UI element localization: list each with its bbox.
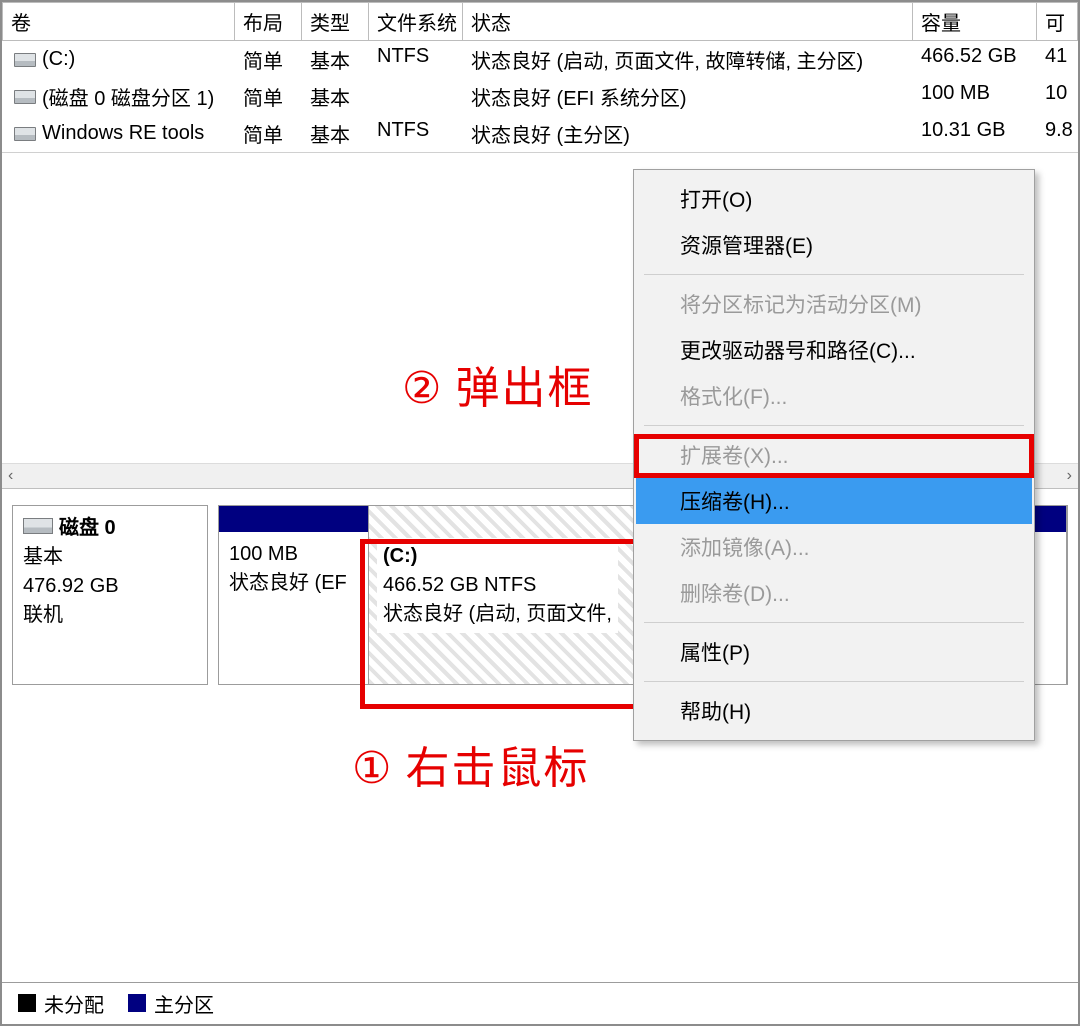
vol-free: 10: [1037, 80, 1078, 113]
vol-layout: 简单: [235, 80, 302, 113]
context-menu: 打开(O) 资源管理器(E) 将分区标记为活动分区(M) 更改驱动器号和路径(C…: [633, 169, 1035, 741]
menu-mark-active: 将分区标记为活动分区(M): [636, 281, 1032, 327]
menu-extend: 扩展卷(X)...: [636, 432, 1032, 478]
vol-fs: [369, 80, 463, 113]
legend: 未分配 主分区: [2, 982, 1078, 1024]
vol-fs: NTFS: [369, 43, 463, 76]
volume-row[interactable]: Windows RE tools 简单 基本 NTFS 状态良好 (主分区) 1…: [2, 115, 1078, 152]
vol-fs: NTFS: [369, 117, 463, 150]
drive-icon: [14, 127, 36, 141]
volume-row[interactable]: (C:) 简单 基本 NTFS 状态良好 (启动, 页面文件, 故障转储, 主分…: [2, 41, 1078, 78]
annotation-number-1: ①: [352, 743, 393, 794]
col-layout[interactable]: 布局: [235, 2, 302, 41]
menu-help[interactable]: 帮助(H): [636, 688, 1032, 734]
disk-state: 联机: [23, 601, 197, 630]
vol-cap: 100 MB: [913, 80, 1037, 113]
volume-table: 卷 布局 类型 文件系统 状态 容量 可 (C:) 简单 基本 NTFS 状态良…: [2, 2, 1078, 153]
menu-delete: 删除卷(D)...: [636, 570, 1032, 616]
col-capacity[interactable]: 容量: [913, 2, 1037, 41]
part-line3: 状态良好 (启动, 页面文件,: [383, 600, 612, 629]
volume-row[interactable]: (磁盘 0 磁盘分区 1) 简单 基本 状态良好 (EFI 系统分区) 100 …: [2, 78, 1078, 115]
part-status: 状态良好 (EF: [229, 569, 358, 598]
part-line2: 466.52 GB NTFS: [383, 571, 612, 600]
disk-size: 476.92 GB: [23, 572, 197, 601]
col-filesystem[interactable]: 文件系统: [369, 2, 463, 41]
col-volume[interactable]: 卷: [2, 2, 235, 41]
vol-name: (磁盘 0 磁盘分区 1): [42, 82, 214, 111]
disk-type: 基本: [23, 543, 197, 572]
vol-status: 状态良好 (EFI 系统分区): [463, 80, 913, 113]
annotation-popup: ②弹出框: [402, 352, 593, 416]
partition-efi[interactable]: 100 MB 状态良好 (EF: [219, 506, 369, 684]
menu-change-letter[interactable]: 更改驱动器号和路径(C)...: [636, 327, 1032, 373]
menu-separator: [644, 274, 1024, 275]
menu-explorer[interactable]: 资源管理器(E): [636, 222, 1032, 268]
col-status[interactable]: 状态: [463, 2, 913, 41]
disk-icon: [23, 518, 53, 534]
vol-cap: 466.52 GB: [913, 43, 1037, 76]
vol-cap: 10.31 GB: [913, 117, 1037, 150]
legend-swatch-unallocated: [18, 994, 36, 1012]
vol-type: 基本: [302, 117, 369, 150]
disk-info-box[interactable]: 磁盘 0 基本 476.92 GB 联机: [12, 505, 208, 685]
legend-primary: 主分区: [154, 995, 214, 1017]
drive-icon: [14, 53, 36, 67]
drive-icon: [14, 90, 36, 104]
col-type[interactable]: 类型: [302, 2, 369, 41]
menu-separator: [644, 425, 1024, 426]
menu-separator: [644, 681, 1024, 682]
vol-type: 基本: [302, 43, 369, 76]
vol-free: 41: [1037, 43, 1078, 76]
vol-name: Windows RE tools: [42, 122, 204, 145]
vol-free: 9.8: [1037, 117, 1078, 150]
menu-shrink[interactable]: 压缩卷(H)...: [636, 478, 1032, 524]
menu-properties[interactable]: 属性(P): [636, 629, 1032, 675]
vol-name: (C:): [42, 48, 75, 71]
menu-open[interactable]: 打开(O): [636, 176, 1032, 222]
vol-layout: 简单: [235, 43, 302, 76]
part-label: (C:): [383, 542, 612, 571]
menu-mirror: 添加镜像(A)...: [636, 524, 1032, 570]
vol-status: 状态良好 (主分区): [463, 117, 913, 150]
annotation-rightclick: ①右击鼠标: [352, 732, 589, 796]
vol-status: 状态良好 (启动, 页面文件, 故障转储, 主分区): [463, 43, 913, 76]
col-free[interactable]: 可: [1037, 2, 1078, 41]
menu-format: 格式化(F)...: [636, 373, 1032, 419]
vol-type: 基本: [302, 80, 369, 113]
legend-swatch-primary: [128, 994, 146, 1012]
disk-name: 磁盘 0: [59, 517, 116, 539]
volume-table-header: 卷 布局 类型 文件系统 状态 容量 可: [2, 2, 1078, 41]
menu-separator: [644, 622, 1024, 623]
legend-unallocated: 未分配: [44, 995, 104, 1017]
scroll-right-icon[interactable]: ›: [1067, 467, 1072, 485]
annotation-number-2: ②: [402, 363, 443, 414]
vol-layout: 简单: [235, 117, 302, 150]
part-size: 100 MB: [229, 540, 358, 569]
